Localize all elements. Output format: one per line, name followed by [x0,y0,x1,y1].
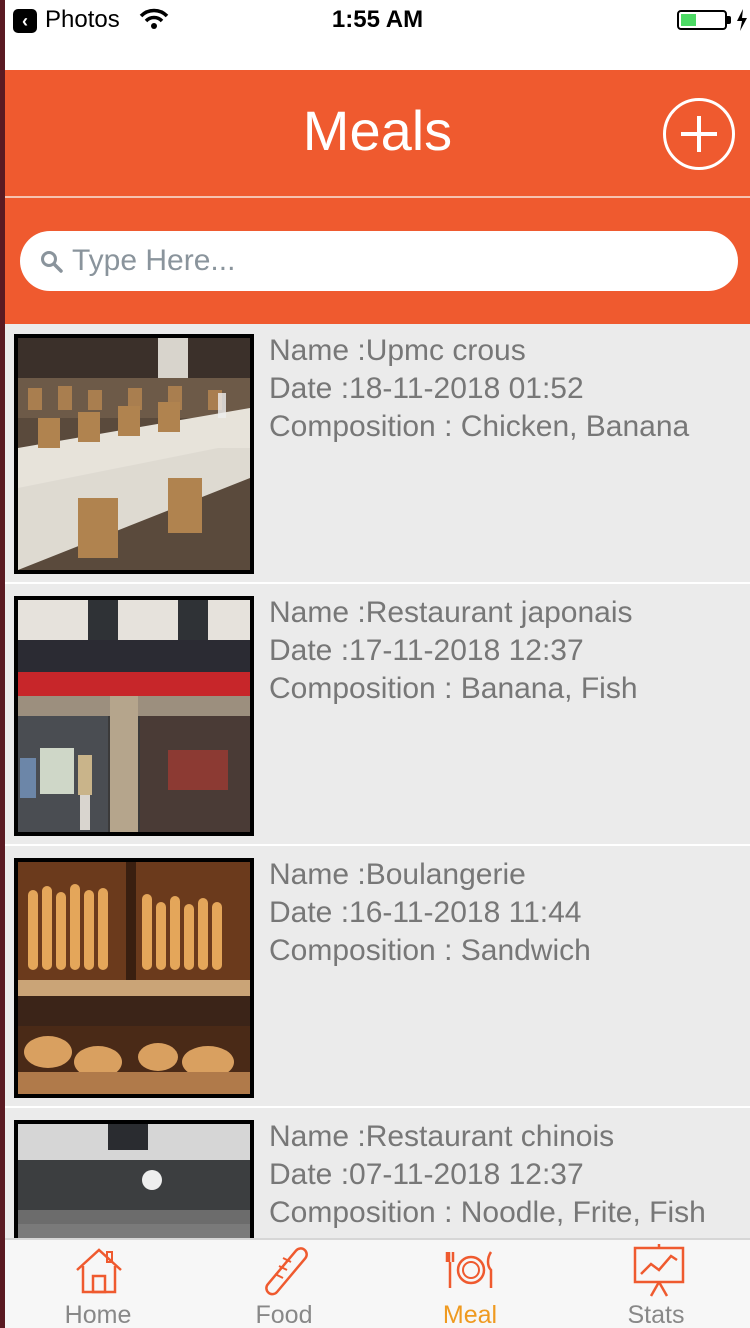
meal-name: Name :Upmc crous [269,334,526,367]
meal-details: Name :Restaurant japonais Date :17-11-20… [269,594,638,708]
home-icon [76,1248,122,1294]
tab-bar: Home Food Meal Stats [5,1238,750,1328]
tab-label: Stats [627,1301,685,1328]
battery-level [681,14,696,26]
tab-label: Meal [442,1301,498,1328]
meal-details: Name :Restaurant chinois Date :07-11-201… [269,1118,706,1232]
page-title: Meals [302,99,453,162]
tab-home[interactable]: Home [5,1240,191,1328]
meal-name: Name :Restaurant japonais [269,596,633,629]
restaurant-storefront-photo [18,600,250,832]
meal-composition: Composition : Noodle, Frite, Fish [269,1196,706,1229]
charging-icon [737,9,747,31]
tab-stats[interactable]: Stats [563,1240,749,1328]
meal-photo [14,858,254,1098]
meal-row[interactable]: Name :Restaurant chinois Date :07-11-201… [5,1110,750,1238]
meal-row[interactable]: Name :Upmc crous Date :18-11-2018 01:52 … [5,324,750,584]
meal-row[interactable]: Name :Boulangerie Date :16-11-2018 11:44… [5,848,750,1108]
meal-composition: Composition : Sandwich [269,934,591,967]
nav-header: Meals [5,70,750,196]
meal-name: Name :Boulangerie [269,858,526,891]
meal-date: Date :17-11-2018 12:37 [269,634,584,667]
tab-food[interactable]: Food [191,1240,377,1328]
tab-meal[interactable]: Meal [377,1240,563,1328]
meal-composition: Composition : Banana, Fish [269,672,638,705]
status-bar: ‹ Photos 1:55 AM [5,0,750,40]
meal-details: Name :Boulangerie Date :16-11-2018 11:44… [269,856,591,970]
meal-details: Name :Upmc crous Date :18-11-2018 01:52 … [269,332,689,446]
add-meal-button[interactable] [663,98,735,170]
status-spacer [5,40,750,70]
meal-composition: Composition : Chicken, Banana [269,410,690,443]
meal-photo [14,334,254,574]
meal-date: Date :18-11-2018 01:52 [269,372,584,405]
meal-photo [14,1120,254,1238]
battery-icon [677,10,727,30]
meal-name: Name :Restaurant chinois [269,1120,615,1153]
chart-board-icon [633,1244,685,1297]
meal-date: Date :07-11-2018 12:37 [269,1158,584,1191]
meal-date: Date :16-11-2018 11:44 [269,896,582,929]
search-field[interactable] [20,231,738,291]
search-bar [5,198,750,324]
cafeteria-photo [18,338,250,570]
tab-label: Home [64,1301,132,1328]
search-input[interactable] [72,231,712,291]
plate-cutlery-icon [445,1251,493,1288]
search-icon [41,251,63,273]
bakery-photo [18,862,250,1094]
meal-list[interactable]: Name :Upmc crous Date :18-11-2018 01:52 … [5,324,750,1238]
battery-tip [727,16,731,24]
meal-photo [14,596,254,836]
meal-row[interactable]: Name :Restaurant japonais Date :17-11-20… [5,586,750,846]
status-time: 1:55 AM [331,6,424,33]
baguette-icon [265,1247,308,1296]
chinese-restaurant-photo [18,1124,250,1238]
tab-label: Food [255,1301,313,1328]
